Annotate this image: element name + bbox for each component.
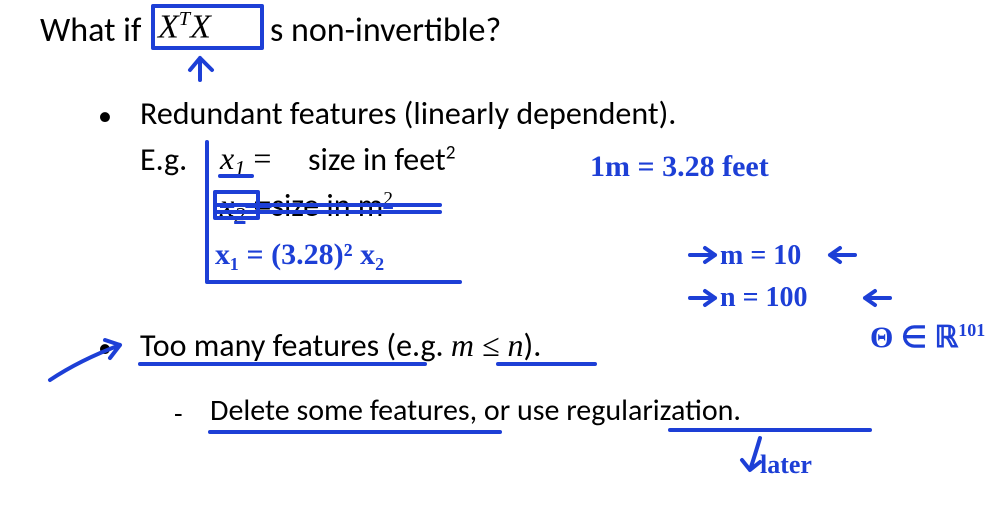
ink-overlay	[0, 0, 1000, 526]
ink-conversion: 1m = 3.28 feet	[590, 150, 769, 184]
ink-theta: Θ ∈ ℝ101	[870, 320, 985, 355]
arrow-left-to-m-icon	[830, 248, 855, 262]
ink-n-eq: n = 100	[720, 282, 808, 314]
arrow-right-to-m-icon	[690, 248, 715, 262]
heading-formula-1: XTX	[158, 8, 211, 46]
bullet-dot-2: •	[98, 330, 112, 365]
x2-line: x2 =size in m2	[220, 186, 393, 229]
sub-bullet-dash: -	[174, 396, 183, 431]
x1-desc: size in feet2	[308, 140, 455, 179]
arrow-left-to-n-icon	[865, 291, 890, 305]
arrow-down-to-later-icon	[742, 438, 760, 470]
x1-var: x1 =	[220, 140, 271, 182]
arrow-up-to-box-icon	[190, 58, 212, 80]
bullet2-text: Too many features (e.g. m ≤ n).	[140, 326, 541, 365]
bullet1-text: Redundant features (linearly dependent).	[140, 94, 676, 133]
heading-prefix: What if	[40, 10, 141, 51]
eg-label: E.g.	[140, 140, 187, 179]
sub-bullet-text: Delete some features, or use regularizat…	[210, 392, 741, 429]
slide: What if XTX s non-invertible? • Redundan…	[0, 0, 1000, 526]
arrow-right-to-n-icon	[690, 291, 715, 305]
ink-x1-equation: x₁ = (3.28)² x₂	[215, 238, 384, 272]
ink-later: later	[760, 450, 812, 480]
heading-suffix: s non-invertible?	[270, 10, 501, 51]
ink-m-eq: m = 10	[720, 240, 801, 272]
bullet-dot-1: •	[98, 98, 112, 133]
